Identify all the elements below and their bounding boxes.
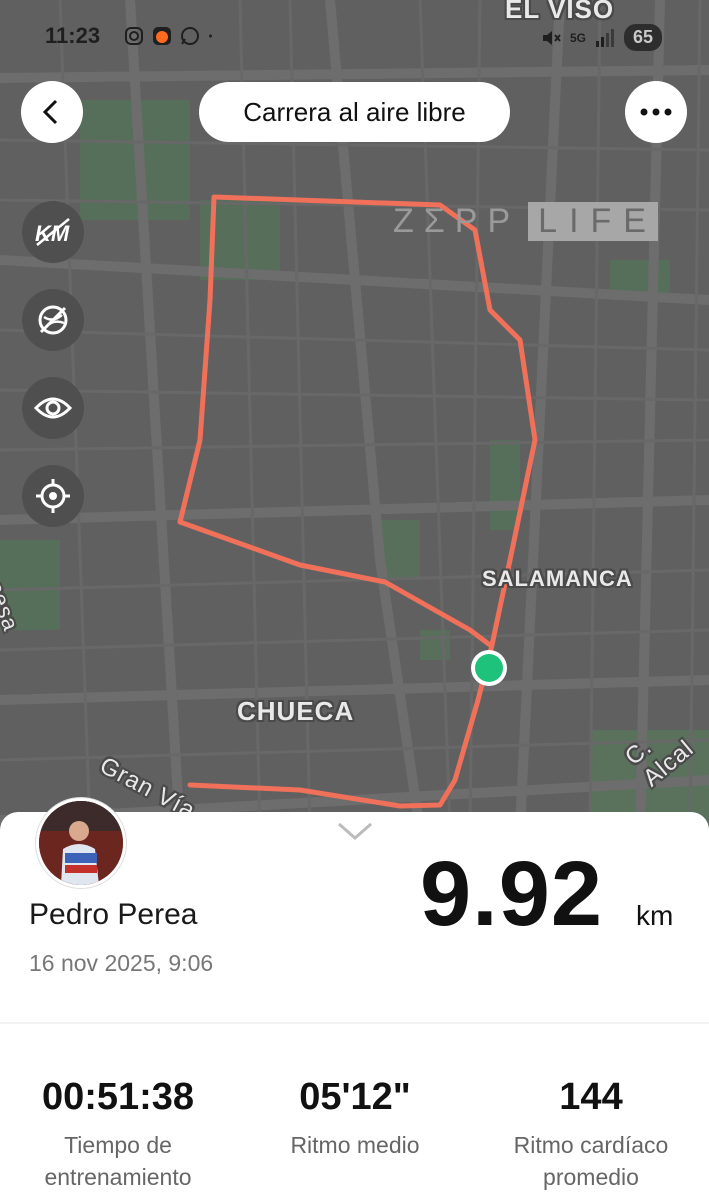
visibility-toggle[interactable] [22,377,84,439]
district-label-chueca: CHUECA [237,696,355,726]
stat-duration-value: 00:51:38 [41,1076,195,1118]
zepp-life-watermark: ZΣPP LIFE [393,202,658,241]
stat-pace-label: Ritmo medio [240,1129,470,1161]
status-right: 5G 65 [540,24,663,51]
stat-heart-rate: 144 Ritmo cardíaco promedio [476,1076,706,1193]
back-button[interactable] [21,81,83,143]
distance-unit: km [636,900,674,931]
locate-button[interactable] [22,465,84,527]
user-name: Pedro Perea [29,898,198,931]
eye-icon [34,397,72,419]
activity-date: 16 nov 2025, 9:06 [29,950,214,976]
avatar[interactable] [36,798,126,888]
stat-duration-label-line1: Tiempo de [64,1132,172,1158]
status-time: 11:23 [45,23,101,48]
activity-title: Carrera al aire libre [199,82,510,142]
app-notification-icon [153,27,171,45]
stat-heart-rate-label: Ritmo cardíaco promedio [476,1129,706,1193]
current-position-marker [475,654,503,682]
watermark-suffix: LIFE [528,202,658,241]
stat-duration-label: Tiempo de entrenamiento [3,1129,233,1193]
instagram-icon [125,27,143,45]
mute-icon [543,30,561,45]
stat-pace-label-line1: Ritmo medio [290,1132,420,1158]
stat-heart-rate-label-line2: promedio [543,1164,639,1190]
battery-level: 65 [624,24,663,51]
distance-value: 9.92 [420,843,604,945]
more-icon [640,108,672,116]
notification-icons [124,26,218,46]
more-options-button[interactable] [625,81,687,143]
stat-pace-value: 05'12" [299,1076,411,1118]
locate-icon [36,479,70,513]
whatsapp-icon [181,27,199,45]
status-bar: 11:23 5G 65 [0,18,709,58]
avatar-image [39,801,123,885]
map-layer-off-icon [38,305,68,335]
stat-heart-rate-label-line1: Ritmo cardíaco [513,1132,669,1158]
stat-duration: 00:51:38 Tiempo de entrenamiento [3,1076,233,1193]
divider [0,1022,709,1024]
more-notifications-dot-icon [209,34,212,38]
stat-duration-label-line2: entrenamiento [44,1164,192,1190]
district-label-salamanca: SALAMANCA [482,566,633,591]
stat-heart-rate-value: 144 [559,1076,623,1118]
stat-pace: 05'12" Ritmo medio [240,1076,470,1161]
signal-icon [596,28,615,47]
chevron-left-icon [42,99,58,125]
network-type: 5G [570,30,587,45]
map-layer-toggle[interactable] [22,289,84,351]
collapse-chevron-icon[interactable] [336,820,374,842]
km-icon: KM [35,218,70,246]
activity-summary-panel: Pedro Perea 16 nov 2025, 9:06 9.92 km 00… [0,798,709,1200]
km-markers-toggle[interactable]: KM [22,201,84,263]
watermark-brand: ZΣPP [393,202,521,240]
